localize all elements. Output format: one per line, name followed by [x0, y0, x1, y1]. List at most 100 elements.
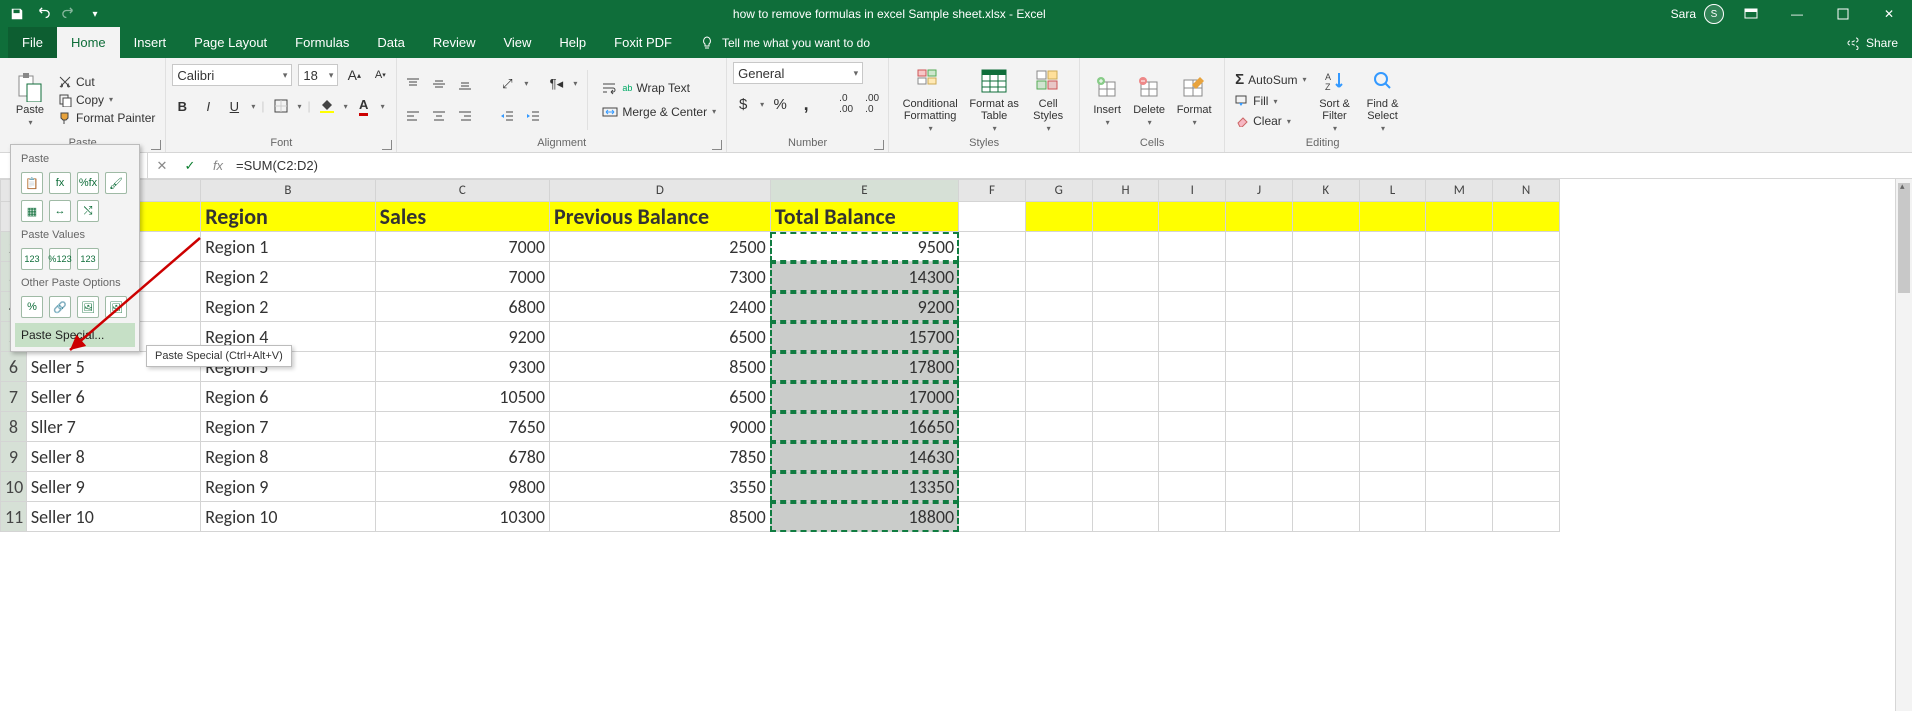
cell[interactable]: 17800 [770, 352, 958, 382]
save-button[interactable] [6, 3, 28, 25]
font-launcher[interactable] [382, 140, 392, 150]
tab-review[interactable]: Review [419, 27, 490, 58]
tab-insert[interactable]: Insert [120, 27, 181, 58]
col-header[interactable]: N [1493, 180, 1560, 202]
align-middle-icon[interactable] [429, 74, 449, 94]
font-color-button[interactable]: A [354, 96, 374, 116]
vertical-scrollbar[interactable]: ▴ [1895, 179, 1912, 711]
cell[interactable]: 7000 [375, 262, 549, 292]
paste-option-formulas[interactable]: fx [49, 172, 71, 194]
paste-option-values-fmt[interactable]: %123 [49, 248, 71, 270]
paste-option-formatting[interactable]: % [21, 296, 43, 318]
paste-option-link[interactable]: 🔗 [49, 296, 71, 318]
italic-button[interactable]: I [198, 96, 218, 116]
decrease-decimal-icon[interactable]: .00.0 [862, 94, 882, 114]
cell[interactable]: 14630 [770, 442, 958, 472]
undo-button[interactable] [32, 3, 54, 25]
cell[interactable]: 9000 [550, 412, 771, 442]
comma-format-icon[interactable]: , [796, 94, 816, 114]
row-header[interactable]: 11 [1, 502, 27, 532]
cell[interactable]: Seller 10 [26, 502, 200, 532]
col-header[interactable]: G [1025, 180, 1092, 202]
row-header[interactable]: 6 [1, 352, 27, 382]
cell[interactable]: 8500 [550, 352, 771, 382]
paste-option-values[interactable]: 123 [21, 248, 43, 270]
user-avatar[interactable]: S [1704, 4, 1724, 24]
direction-icon[interactable]: ¶◂ [546, 74, 566, 94]
insert-cells-button[interactable]: Insert▾ [1086, 70, 1128, 129]
col-header[interactable]: H [1092, 180, 1159, 202]
redo-button[interactable] [58, 3, 80, 25]
formula-input[interactable]: =SUM(C2:D2) [232, 158, 318, 173]
cell[interactable]: 15700 [770, 322, 958, 352]
underline-button[interactable]: U [224, 96, 244, 116]
clipboard-launcher[interactable] [151, 140, 161, 150]
cell[interactable]: 10500 [375, 382, 549, 412]
cell[interactable]: Seller 8 [26, 442, 200, 472]
paste-option-picture[interactable]: 🖼 [77, 296, 99, 318]
cell[interactable]: 9800 [375, 472, 549, 502]
align-top-icon[interactable] [403, 74, 423, 94]
copy-button[interactable]: Copy▾ [54, 92, 159, 108]
col-header[interactable]: K [1292, 180, 1359, 202]
qat-customize[interactable]: ▾ [84, 3, 106, 25]
align-bottom-icon[interactable] [455, 74, 475, 94]
tell-me[interactable]: Tell me what you want to do [686, 28, 884, 58]
paste-button[interactable]: Paste ▾ [6, 70, 54, 129]
maximize-button[interactable] [1820, 0, 1866, 28]
col-header[interactable]: C [375, 180, 549, 202]
paste-option-all[interactable]: 📋 [21, 172, 43, 194]
cell[interactable]: 8500 [550, 502, 771, 532]
sort-filter-button[interactable]: AZSort & Filter▾ [1311, 64, 1359, 135]
format-painter-button[interactable]: Format Painter [54, 110, 159, 126]
cell[interactable]: Previous Balance [550, 202, 771, 232]
merge-center-button[interactable]: Merge & Center ▾ [598, 104, 720, 120]
cell[interactable]: 9200 [375, 322, 549, 352]
decrease-font-icon[interactable]: A▾ [370, 65, 390, 85]
cell[interactable]: Region 7 [201, 412, 375, 442]
tab-foxit-pdf[interactable]: Foxit PDF [600, 27, 686, 58]
autosum-button[interactable]: Σ AutoSum ▾ [1231, 70, 1310, 89]
tab-help[interactable]: Help [545, 27, 600, 58]
cell[interactable]: 6800 [375, 292, 549, 322]
cell[interactable]: Region 2 [201, 292, 375, 322]
cell[interactable]: 6500 [550, 382, 771, 412]
cell[interactable]: Seller 9 [26, 472, 200, 502]
cell[interactable]: Region 6 [201, 382, 375, 412]
cell[interactable]: 16650 [770, 412, 958, 442]
col-header[interactable]: F [959, 180, 1026, 202]
format-as-table-button[interactable]: Format as Table▾ [965, 64, 1023, 135]
decrease-indent-icon[interactable] [497, 106, 517, 126]
cancel-formula-icon[interactable]: ✕ [148, 158, 176, 174]
paste-option-linked-picture[interactable]: 🖼 [105, 296, 127, 318]
wrap-text-button[interactable]: ab Wrap Text [598, 80, 720, 96]
tab-home[interactable]: Home [57, 27, 120, 58]
cell-styles-button[interactable]: Cell Styles▾ [1023, 64, 1073, 135]
paste-option-transpose[interactable]: ⤭ [77, 200, 99, 222]
borders-button[interactable] [271, 96, 291, 116]
delete-cells-button[interactable]: Delete▾ [1128, 70, 1170, 129]
cell[interactable]: Seller 6 [26, 382, 200, 412]
worksheet-grid[interactable]: B C D E F G H I J K L M N 1RegionSalesPr… [0, 179, 1912, 711]
col-header[interactable]: I [1159, 180, 1226, 202]
enter-formula-icon[interactable]: ✓ [176, 158, 204, 174]
col-header[interactable]: M [1426, 180, 1493, 202]
cell[interactable]: 13350 [770, 472, 958, 502]
cell[interactable]: Region [201, 202, 375, 232]
cell[interactable]: 2500 [550, 232, 771, 262]
fill-color-button[interactable] [317, 96, 337, 116]
cell[interactable]: 6500 [550, 322, 771, 352]
cell[interactable]: Region 9 [201, 472, 375, 502]
cell[interactable]: Region 10 [201, 502, 375, 532]
ribbon-display-options[interactable] [1728, 0, 1774, 28]
font-size-select[interactable]: 18▾ [298, 64, 338, 86]
paste-option-keep-src[interactable]: 🖌 [105, 172, 127, 194]
col-header[interactable]: J [1226, 180, 1293, 202]
cell[interactable]: 6780 [375, 442, 549, 472]
paste-special-menuitem[interactable]: Paste Special... [15, 323, 135, 347]
cell[interactable]: 7300 [550, 262, 771, 292]
cell[interactable]: 9500 [770, 232, 958, 262]
cell[interactable]: 7650 [375, 412, 549, 442]
col-header[interactable]: D [550, 180, 771, 202]
cell[interactable]: 14300 [770, 262, 958, 292]
